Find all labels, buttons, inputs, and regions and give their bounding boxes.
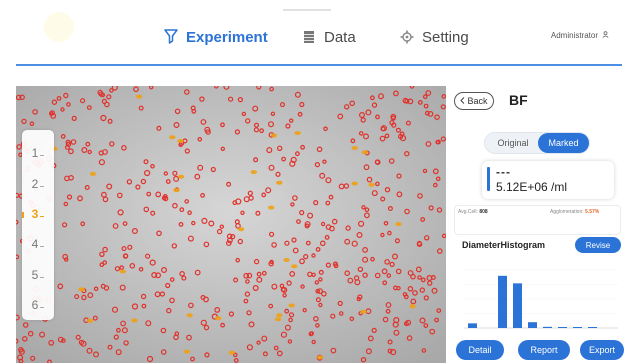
- report-button[interactable]: Report: [518, 340, 570, 360]
- funnel-icon: [162, 28, 180, 46]
- agglomerate-marker: [173, 188, 180, 193]
- table-icon: [300, 28, 318, 46]
- agglomerate-marker: [78, 287, 85, 292]
- agglomerate-marker: [228, 350, 235, 355]
- step-2[interactable]: 2: [22, 173, 54, 195]
- histogram-bar: [573, 327, 582, 328]
- nav-setting[interactable]: Setting: [398, 26, 469, 48]
- agglomerate-marker: [270, 133, 278, 138]
- export-button[interactable]: Export: [580, 340, 624, 360]
- nav-experiment-label: Experiment: [186, 28, 268, 46]
- nav-data[interactable]: Data: [300, 26, 356, 48]
- nav-experiment[interactable]: Experiment: [162, 26, 268, 48]
- agglomerate-marker: [409, 304, 416, 309]
- header-divider: [16, 64, 622, 66]
- histogram-card: DiameterHistogram Revise: [454, 236, 624, 332]
- agglomerate-marker: [135, 94, 143, 99]
- agglomerate-marker: [268, 205, 275, 210]
- histogram-bar: [468, 323, 477, 328]
- agglomerate-marker: [368, 182, 375, 187]
- top-navigation: Experiment Data Setting Administrator: [0, 0, 633, 66]
- agglomerate-marker: [361, 150, 368, 155]
- revise-button[interactable]: Revise: [575, 237, 621, 253]
- histogram-bar: [588, 327, 597, 328]
- agglomerate-marker: [276, 180, 283, 185]
- histogram-title: DiameterHistogram: [462, 240, 546, 250]
- agglomerate-marker: [360, 309, 367, 314]
- agglomerate-marker: [351, 146, 358, 150]
- agglomerate-marker: [288, 303, 295, 308]
- histogram-bar: [528, 322, 537, 328]
- agglomerate-marker: [119, 269, 126, 274]
- panel-title: BF: [509, 92, 528, 108]
- agglomerate-marker: [274, 317, 282, 322]
- histogram-bar: [513, 283, 522, 328]
- app-window: Experiment Data Setting Administrator 1 …: [0, 0, 633, 363]
- tab-indicator: [283, 9, 331, 11]
- agglomerate-marker: [283, 258, 290, 262]
- back-label: Back: [467, 96, 488, 106]
- agglomerate-marker: [177, 174, 185, 179]
- agglomerate-marker: [276, 313, 283, 318]
- back-button[interactable]: Back: [454, 92, 494, 110]
- agglomerate-marker: [316, 355, 324, 360]
- agglomerate-marker: [215, 316, 222, 321]
- step-1[interactable]: 1: [22, 142, 54, 164]
- concentration-card: --- 5.12E+06 /ml: [482, 161, 614, 199]
- view-toggle: Original Marked: [484, 132, 590, 154]
- agglomeration-stat: Agglomeration: 5.57%: [550, 209, 600, 215]
- cell-markers: [16, 86, 446, 363]
- step-6[interactable]: 6: [22, 294, 54, 316]
- nav-data-label: Data: [324, 28, 356, 46]
- step-3[interactable]: 3: [22, 203, 54, 225]
- agglomerate-marker: [395, 222, 402, 227]
- agglomerate-marker: [183, 349, 191, 354]
- agglomerate-marker: [131, 318, 138, 323]
- nav-setting-label: Setting: [422, 28, 469, 46]
- agglomerate-marker: [177, 139, 184, 143]
- agglomerate-marker: [250, 170, 257, 175]
- user-name: Administrator: [550, 31, 598, 40]
- step-5[interactable]: 5: [22, 264, 54, 286]
- detail-button[interactable]: Detail: [456, 340, 504, 360]
- agglomerate-marker: [186, 313, 193, 318]
- concentration-value: 5.12E+06 /ml: [496, 180, 568, 194]
- agglomerate-marker: [237, 227, 245, 232]
- agglomerate-marker: [89, 171, 97, 176]
- chevron-left-icon: [460, 96, 465, 106]
- diameter-histogram: [464, 269, 618, 329]
- user-icon: [602, 31, 609, 40]
- concentration-accent: [487, 167, 490, 191]
- agglomerate-marker: [169, 135, 176, 140]
- agglomerate-marker: [351, 181, 358, 186]
- agglomerate-marker: [294, 131, 301, 136]
- step-4[interactable]: 4: [22, 233, 54, 255]
- logo: [44, 12, 74, 42]
- step-selector: 1 2 3 4 5 6: [22, 130, 54, 320]
- agglomerate-marker: [87, 318, 94, 323]
- gear-icon: [398, 28, 416, 46]
- stats-row: Avg.Cell: 808 Agglomeration: 5.57%: [454, 205, 621, 235]
- histogram-bar: [498, 275, 507, 328]
- avg-cell-stat: Avg.Cell: 808: [458, 209, 488, 215]
- histogram-bar: [543, 326, 552, 328]
- microscope-image[interactable]: [16, 86, 446, 363]
- agglomerate-marker: [291, 264, 298, 269]
- concentration-placeholder: ---: [496, 165, 511, 179]
- user-menu[interactable]: Administrator: [551, 31, 609, 40]
- histogram-bar: [558, 327, 567, 328]
- toggle-original[interactable]: Original: [487, 133, 539, 153]
- toggle-marked[interactable]: Marked: [538, 133, 589, 153]
